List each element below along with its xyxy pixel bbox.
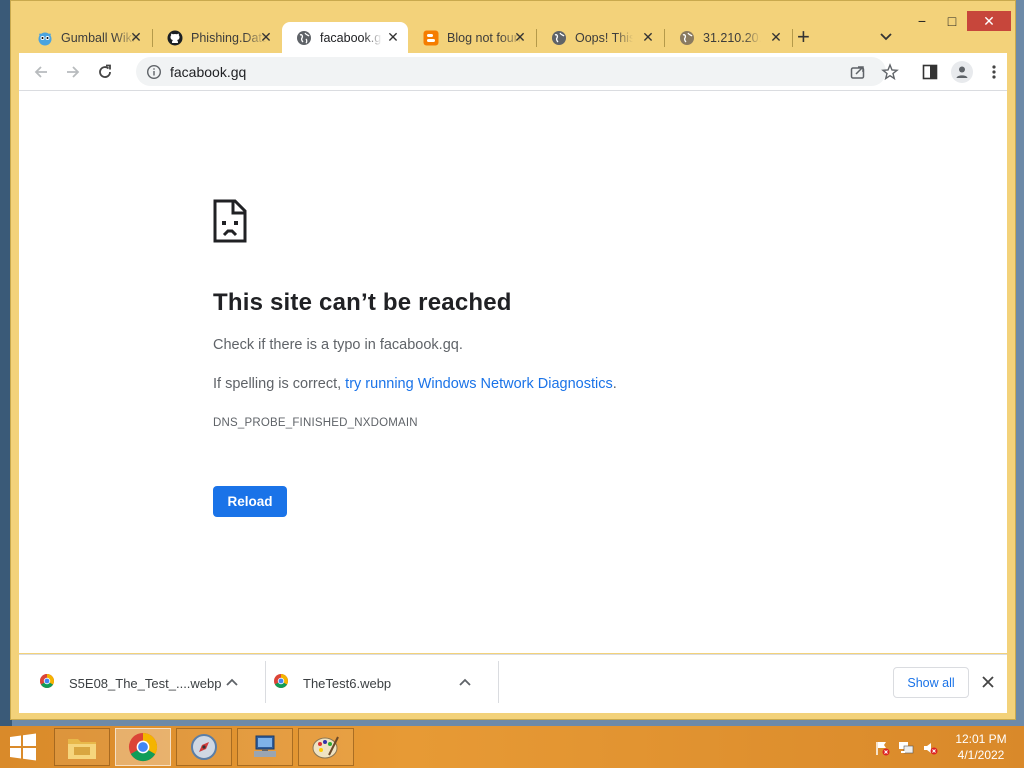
chrome-file-icon [273, 673, 289, 694]
network-diagnostics-link[interactable]: try running Windows Network Diagnostics [345, 376, 613, 392]
taskbar-file-explorer[interactable] [54, 728, 110, 766]
network-icon[interactable] [898, 740, 914, 756]
tab-blog-not-found[interactable]: Blog not found ✕ [409, 22, 535, 53]
tab-strip: Gumball Wiki ✕ Phishing.Database ✕ facab… [11, 1, 1015, 53]
chevron-up-icon[interactable] [225, 675, 239, 689]
tab-label: 31.210.20.1 [703, 30, 761, 45]
chrome-icon [128, 732, 158, 762]
tab-close-icon[interactable]: ✕ [386, 30, 400, 44]
browser-window: Gumball Wiki ✕ Phishing.Database ✕ facab… [10, 0, 1016, 720]
close-window-button[interactable]: ✕ [967, 11, 1011, 31]
error-code: DNS_PROBE_FINISHED_NXDOMAIN [213, 417, 418, 429]
tab-label: Gumball Wiki [61, 30, 135, 45]
tab-search-chevron-icon[interactable] [877, 27, 895, 45]
tab-label: Blog not found [447, 30, 523, 45]
download-item[interactable]: S5E08_The_Test_....webp [39, 663, 222, 703]
tab-close-icon[interactable]: ✕ [129, 30, 143, 44]
back-button[interactable] [31, 62, 51, 82]
address-text[interactable]: facabook.gq [170, 64, 246, 80]
tab-separator [792, 29, 793, 47]
menu-kebab-icon[interactable] [985, 63, 1003, 81]
taskbar-chrome[interactable] [115, 728, 171, 766]
computer-icon [254, 735, 276, 757]
tab-oops[interactable]: Oops! This page ✕ [537, 22, 663, 53]
system-clock[interactable]: 12:01 PM 4/1/2022 [948, 731, 1014, 763]
side-panel-icon[interactable] [921, 63, 939, 81]
tab-gumball[interactable]: Gumball Wiki ✕ [23, 22, 151, 53]
taskbar-network-app[interactable] [237, 728, 293, 766]
error-title: This site can’t be reached [213, 289, 512, 316]
back-arrow-icon [34, 66, 47, 78]
error-typo-hint: Check if there is a typo in facabook.gq. [213, 337, 463, 353]
taskbar: 12:01 PM 4/1/2022 [0, 726, 1024, 768]
globe-icon [551, 30, 567, 46]
info-icon[interactable] [146, 64, 162, 80]
volume-muted-icon[interactable] [922, 740, 938, 756]
tab-close-icon[interactable]: ✕ [641, 30, 655, 44]
new-tab-button[interactable]: + [797, 26, 810, 48]
download-separator [265, 661, 266, 703]
error-diagnostics-line: If spelling is correct, try running Wind… [213, 376, 617, 392]
download-filename: S5E08_The_Test_....webp [69, 675, 222, 691]
clock-time: 12:01 PM [955, 732, 1007, 746]
sad-page-icon [213, 199, 247, 248]
paint-palette-icon [312, 736, 339, 759]
globe-icon [679, 30, 695, 46]
tab-label: Phishing.Database [191, 30, 267, 45]
chevron-up-icon[interactable] [458, 675, 472, 689]
gumball-favicon-icon [37, 30, 53, 46]
globe-icon [296, 30, 312, 46]
minimize-button[interactable]: − [907, 9, 937, 33]
taskbar-compass-app[interactable] [176, 728, 232, 766]
page-content: This site can’t be reached Check if ther… [19, 91, 1007, 653]
tab-ip-address[interactable]: 31.210.20.1 ✕ [665, 22, 791, 53]
tab-facabook[interactable]: facabook.gq ✕ [282, 22, 408, 53]
forward-button[interactable] [63, 62, 83, 82]
download-item[interactable]: TheTest6.webp [273, 663, 391, 703]
share-icon[interactable] [849, 63, 867, 81]
refresh-button[interactable] [95, 62, 115, 82]
diagnostics-prefix: If spelling is correct, [213, 376, 346, 392]
tab-label: facabook.gq [320, 30, 382, 45]
show-all-button[interactable]: Show all [893, 667, 969, 698]
tab-close-icon[interactable]: ✕ [769, 30, 783, 44]
refresh-icon [99, 64, 111, 78]
bookmark-star-icon[interactable] [881, 63, 899, 81]
profile-avatar-icon[interactable] [951, 61, 973, 83]
diagnostics-suffix: . [612, 376, 617, 392]
tab-phishing-database[interactable]: Phishing.Database ✕ [153, 22, 281, 53]
tab-close-icon[interactable]: ✕ [259, 30, 273, 44]
taskbar-paint[interactable] [298, 728, 354, 766]
address-bar[interactable]: facabook.gq [136, 57, 886, 86]
close-downloads-icon[interactable] [979, 673, 997, 691]
download-separator [498, 661, 499, 703]
folder-icon [68, 739, 96, 759]
tab-label: Oops! This page [575, 30, 633, 45]
windows-start-icon[interactable] [8, 733, 38, 761]
forward-arrow-icon [67, 66, 80, 78]
download-filename: TheTest6.webp [303, 675, 392, 691]
maximize-button[interactable]: □ [937, 9, 967, 33]
browser-toolbar: facabook.gq [19, 53, 1007, 91]
github-icon [167, 30, 183, 46]
blogger-icon [423, 30, 439, 46]
tab-close-icon[interactable]: ✕ [513, 30, 527, 44]
downloads-bar: S5E08_The_Test_....webp TheTest6.webp Sh… [19, 654, 1007, 713]
chrome-file-icon [39, 673, 55, 694]
clock-date: 4/1/2022 [957, 748, 1005, 762]
compass-icon [191, 734, 217, 760]
reload-button[interactable]: Reload [213, 486, 287, 517]
action-center-flag-icon[interactable] [874, 740, 890, 756]
